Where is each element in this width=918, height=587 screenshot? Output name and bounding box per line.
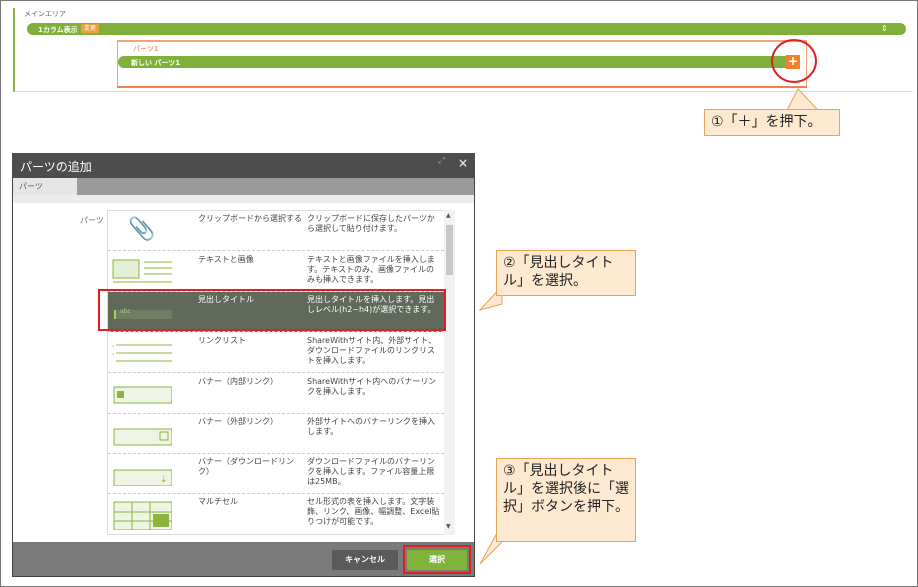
scroll-down-icon[interactable]: ▼ [446, 523, 451, 530]
section-label: パーツ [80, 216, 104, 225]
item-desc: 外部サイトへのバナーリンクを挿入します。 [307, 417, 435, 436]
list-item-text-image[interactable]: テキストと画像 テキストと画像ファイルを挿入します。テキストのみ、画像ファイルの… [108, 252, 444, 292]
tab-panel [13, 195, 474, 203]
cancel-button[interactable]: キャンセル [332, 550, 398, 570]
svg-text:›: › [112, 351, 114, 358]
item-name: マルチセル [198, 497, 238, 506]
item-name: バナー（外部リンク） [198, 417, 278, 426]
list-item-banner-internal[interactable]: バナー（内部リンク） ShareWithサイト内へのバナーリンクを挿入します。 [108, 374, 444, 414]
column-label: 1カラム表示 [38, 26, 78, 34]
highlight-selected-item [98, 289, 446, 331]
multicell-icon [113, 501, 172, 530]
text-image-icon [112, 259, 172, 283]
banner-external-icon [113, 428, 172, 446]
column-change-badge[interactable]: 変更 [81, 24, 100, 33]
item-desc: ダウンロードファイルのバナーリンクを挿入します。ファイル容量上限は25MB。 [307, 457, 435, 486]
item-desc: ShareWithサイト内、外部サイト、ダウンロードファイルのリンクリストを挿入… [307, 336, 437, 365]
item-desc: セル形式の表を挿入します。文字装飾、リンク、画像、幅調整、Excel貼りつけが可… [307, 497, 440, 526]
item-desc: ShareWithサイト内へのバナーリンクを挿入します。 [307, 377, 437, 396]
scrollbar-thumb[interactable] [446, 225, 453, 275]
highlight-circle [771, 39, 817, 83]
item-desc: テキストと画像ファイルを挿入します。テキストのみ、画像ファイルのみも挿入できます… [307, 255, 435, 284]
tab-bar [13, 178, 474, 195]
dialog-title: パーツの追加 [20, 160, 92, 174]
paperclip-icon: 📎 [128, 217, 156, 242]
banner-internal-icon [113, 386, 172, 404]
list-item-banner-external[interactable]: バナー（外部リンク） 外部サイトへのバナーリンクを挿入します。 [108, 414, 444, 454]
scroll-up-icon[interactable]: ▲ [446, 212, 451, 219]
resize-icon[interactable]: ⤢ [438, 156, 445, 166]
link-list-icon: ›› [112, 343, 172, 362]
tab-parts[interactable]: パーツ [13, 178, 77, 195]
part-bar[interactable] [118, 56, 798, 68]
main-area-label: メインエリア [24, 10, 66, 18]
item-desc: クリップボードに保存したパーツから選択して貼り付けます。 [307, 214, 435, 233]
list-item-multicell[interactable]: マルチセル セル形式の表を挿入します。文字装飾、リンク、画像、幅調整、Excel… [108, 494, 444, 534]
item-name: バナー（内部リンク） [198, 377, 278, 386]
item-name: リンクリスト [198, 336, 246, 345]
list-item-banner-download[interactable]: ⇣ バナー（ダウンロードリンク） ダウンロードファイルのバナーリンクを挿入します… [108, 454, 444, 494]
svg-text:⇣: ⇣ [160, 475, 168, 485]
list-item-link-list[interactable]: › › リンクリスト ShareWithサイト内、外部サイト、ダウンロードファイル… [108, 333, 444, 373]
item-name: テキストと画像 [198, 255, 254, 264]
part-label: パーツ1 [133, 45, 159, 53]
highlight-select-button [403, 545, 471, 574]
banner-download-icon: ⇣ [113, 469, 172, 486]
part-bar-label: 新しい パーツ1 [131, 59, 181, 67]
close-icon[interactable]: × [458, 156, 468, 170]
item-name: クリップボードから選択する [198, 214, 302, 223]
column-bar[interactable] [27, 23, 906, 35]
callout-step2: ②「見出しタイトル」を選択。 [496, 250, 636, 296]
svg-text:›: › [112, 343, 114, 350]
callout-step1: ①「＋」を押下。 [704, 109, 840, 136]
list-item-clipboard[interactable]: 📎 クリップボードから選択する クリップボードに保存したパーツから選択して貼り付… [108, 211, 444, 251]
callout-step3: ③「見出しタイトル」を選択後に「選択」ボタンを押下。 [496, 458, 636, 542]
sort-arrows-icon[interactable]: ⇕ [881, 23, 888, 35]
item-name: バナー（ダウンロードリンク） [198, 457, 294, 476]
